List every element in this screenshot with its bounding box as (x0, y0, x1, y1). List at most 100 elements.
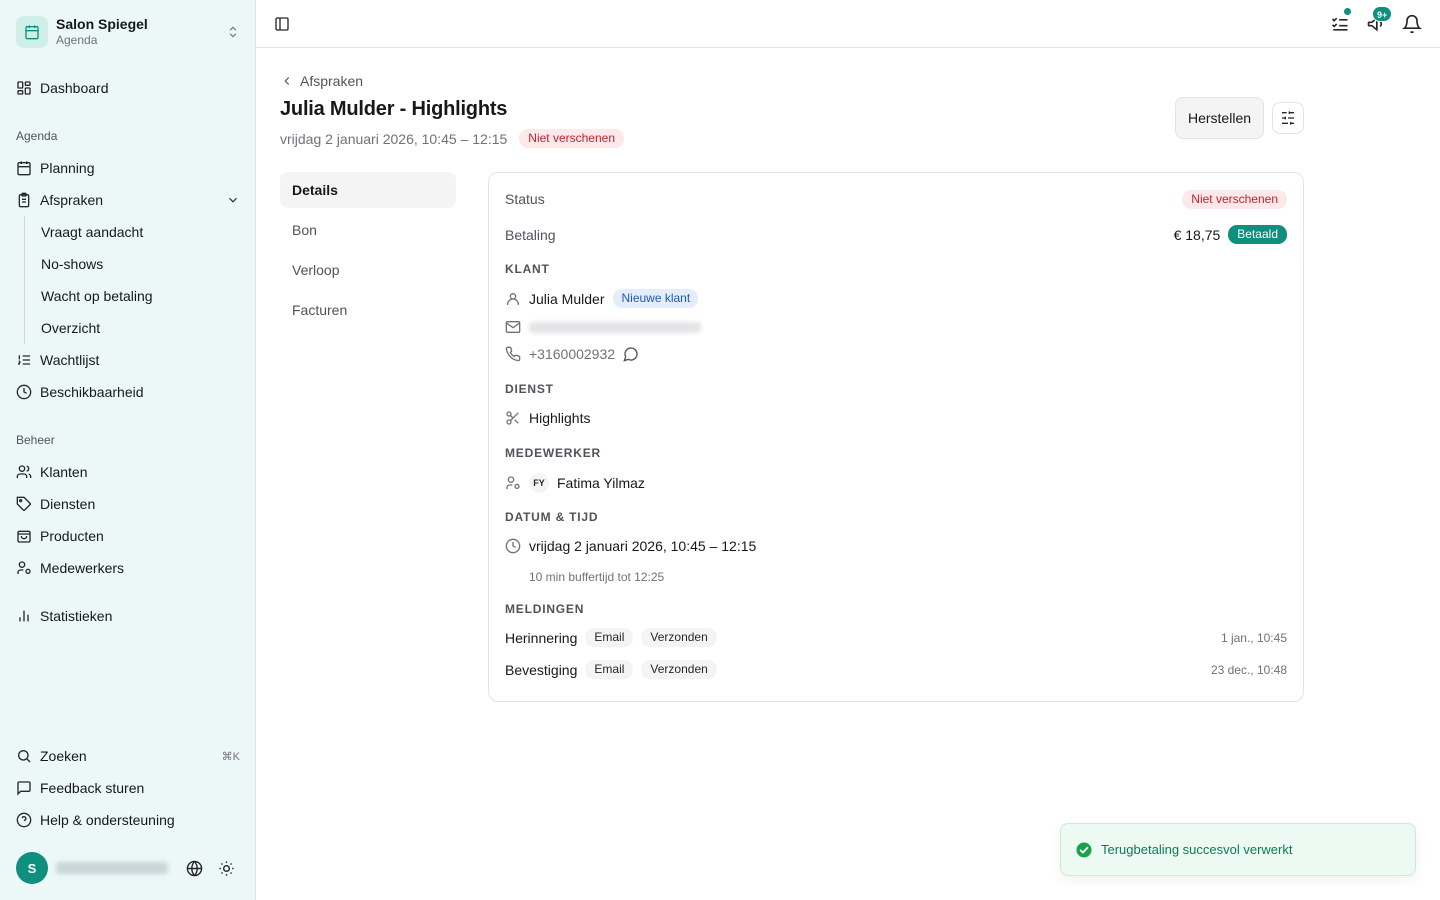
sun-icon[interactable] (218, 860, 235, 877)
notification-count-badge: 9+ (1372, 6, 1393, 22)
appointment-datetime-detail: vrijdag 2 januari 2026, 10:45 – 12:15 (529, 538, 757, 554)
nav-statistieken[interactable]: Statistieken (8, 602, 248, 630)
nav-zoeken[interactable]: Zoeken ⌘K (8, 742, 248, 770)
nav-label: Diensten (40, 496, 96, 512)
nav-sub-overzicht[interactable]: Overzicht (33, 314, 243, 342)
avatar[interactable]: S (16, 852, 48, 884)
clock-icon (505, 538, 521, 554)
bell-icon[interactable] (1402, 14, 1422, 34)
notification-time: 1 jan., 10:45 (1220, 630, 1287, 645)
nav-afspraken[interactable]: Afspraken (8, 186, 248, 214)
nav-beschikbaarheid[interactable]: Beschikbaarheid (8, 378, 248, 406)
clipboard-list-icon (16, 192, 32, 208)
tab-verloop[interactable]: Verloop (280, 252, 456, 288)
nav-label: Planning (40, 160, 95, 176)
breadcrumb-label: Afspraken (300, 73, 364, 89)
bar-chart-icon (16, 608, 32, 624)
message-circle-icon[interactable] (623, 346, 639, 362)
notification-channel: Email (585, 628, 634, 647)
chevron-down-icon (226, 193, 240, 207)
sliders-icon (1280, 110, 1296, 126)
success-toast[interactable]: Terugbetaling succesvol verwerkt (1060, 823, 1416, 876)
nav-planning[interactable]: Planning (8, 154, 248, 182)
nav-dashboard[interactable]: Dashboard (8, 74, 248, 102)
status-dot (1343, 7, 1352, 16)
nav-label: Medewerkers (40, 560, 125, 576)
client-heading: KLANT (505, 262, 550, 276)
calendar-icon (16, 160, 32, 176)
buffer-note: 10 min buffertijd tot 12:25 (529, 570, 665, 584)
toast-message: Terugbetaling succesvol verwerkt (1101, 842, 1293, 857)
nav-diensten[interactable]: Diensten (8, 490, 248, 518)
user-icon (505, 291, 521, 307)
client-phone[interactable]: +3160002932 (529, 346, 615, 362)
nav-label: Help & ondersteuning (40, 812, 175, 828)
nav-sub-no-shows[interactable]: No-shows (33, 250, 243, 278)
nav-sub-wacht-op-betaling[interactable]: Wacht op betaling (33, 282, 243, 310)
org-subtitle: Agenda (56, 33, 98, 47)
staff-avatar: FY (529, 473, 549, 493)
staff-name: Fatima Yilmaz (557, 475, 645, 491)
user-menu[interactable]: S (16, 852, 248, 884)
appointment-datetime: vrijdag 2 januari 2026, 10:45 – 12:15 (280, 130, 508, 147)
nav-label: Feedback sturen (40, 780, 145, 796)
nav-label: Producten (40, 528, 104, 544)
notifications-heading: MELDINGEN (505, 602, 585, 616)
users-icon (16, 464, 32, 480)
notification-row: Herinnering Email Verzonden 1 jan., 10:4… (505, 628, 1287, 647)
nav-label: Statistieken (40, 608, 113, 624)
notification-state: Verzonden (641, 628, 717, 647)
nav-help[interactable]: Help & ondersteuning (8, 806, 248, 834)
notification-state: Verzonden (641, 660, 717, 679)
tab-facturen[interactable]: Facturen (280, 292, 456, 328)
nav-label: Klanten (40, 464, 88, 480)
globe-icon[interactable] (186, 860, 203, 877)
datetime-heading: DATUM & TIJD (505, 510, 599, 524)
nav-producten[interactable]: Producten (8, 522, 248, 550)
breadcrumb[interactable]: Afspraken (280, 73, 363, 89)
help-circle-icon (16, 812, 32, 828)
nav-label: Dashboard (40, 80, 109, 96)
nav-label: Afspraken (40, 192, 104, 208)
user-email-redacted (56, 862, 168, 874)
tab-bon[interactable]: Bon (280, 212, 456, 248)
payment-amount: € 18,75 (1173, 226, 1221, 243)
tab-details[interactable]: Details (280, 172, 456, 208)
details-card: Status Niet verschenen Betaling € 18,75 … (488, 172, 1304, 702)
shopping-bag-icon (16, 528, 32, 544)
nav-klanten[interactable]: Klanten (8, 458, 248, 486)
restore-button[interactable]: Herstellen (1175, 97, 1264, 139)
user-cog-icon (505, 475, 521, 491)
message-square-icon (16, 780, 32, 796)
nav-sub-vraagt-aandacht[interactable]: Vraagt aandacht (33, 218, 243, 246)
payment-status-badge: Betaald (1228, 225, 1287, 244)
panel-left-icon[interactable] (274, 16, 290, 32)
status-badge: Niet verschenen (519, 129, 624, 148)
notification-row: Bevestiging Email Verzonden 23 dec., 10:… (505, 660, 1287, 679)
nav-feedback[interactable]: Feedback sturen (8, 774, 248, 802)
nav-wachtlijst[interactable]: Wachtlijst (8, 346, 248, 374)
org-switcher[interactable]: Salon Spiegel Agenda (8, 8, 248, 56)
clock-icon (16, 384, 32, 400)
client-name[interactable]: Julia Mulder (529, 291, 604, 307)
sidebar: Salon Spiegel Agenda Dashboard Agenda Pl… (0, 0, 256, 900)
status-value-badge: Niet verschenen (1182, 190, 1287, 209)
nav-medewerkers[interactable]: Medewerkers (8, 554, 248, 582)
status-label: Status (505, 191, 545, 207)
submenu-guide-line (24, 216, 25, 344)
settings-button[interactable] (1272, 102, 1304, 134)
page-title: Julia Mulder - Highlights (280, 98, 508, 120)
tag-icon (16, 496, 32, 512)
section-label-agenda: Agenda (16, 129, 58, 143)
nav-label: Wachtlijst (40, 352, 100, 368)
list-checks-icon[interactable] (1330, 14, 1350, 34)
notification-time: 23 dec., 10:48 (1210, 662, 1287, 677)
phone-icon (505, 346, 521, 362)
list-ordered-icon (16, 352, 32, 368)
user-cog-icon (16, 560, 32, 576)
notification-channel: Email (585, 660, 634, 679)
appointment-subline: vrijdag 2 januari 2026, 10:45 – 12:15 Ni… (280, 129, 624, 148)
notification-type: Bevestiging (505, 661, 578, 678)
nav-label: Zoeken (40, 748, 87, 764)
scissors-icon (505, 410, 521, 426)
